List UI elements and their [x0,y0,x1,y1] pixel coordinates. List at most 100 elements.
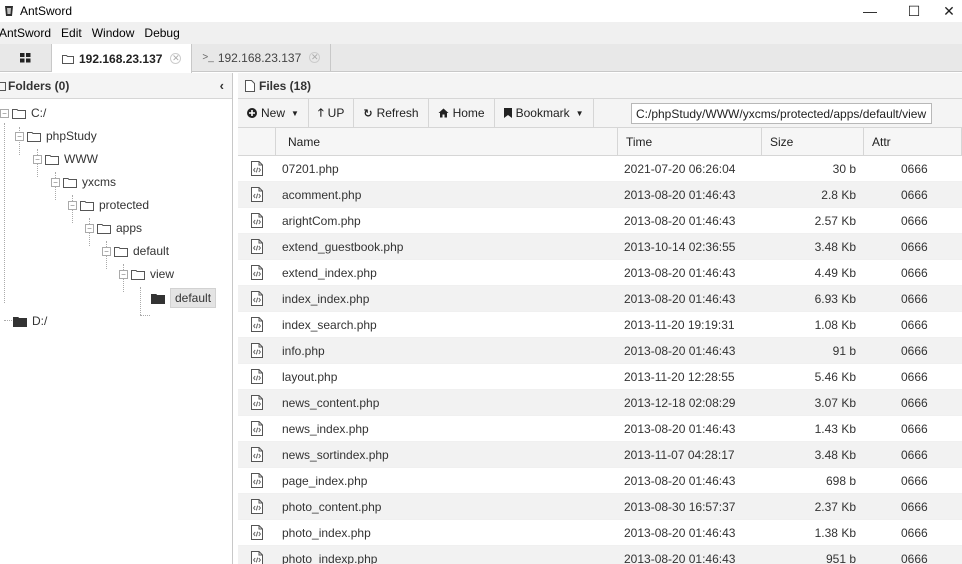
home-label: Home [452,106,485,120]
table-row[interactable]: page_index.php 2013-08-20 01:46:43 698 b 06… [238,468,962,494]
folder-open-icon [80,200,94,211]
collapse-toggle-icon[interactable]: − [102,246,111,256]
tab-close-icon[interactable]: ✕ [309,52,321,63]
table-row[interactable]: info.php 2013-08-20 01:46:43 91 b 0666 [238,338,962,364]
maximize-button[interactable]: ☐ [894,0,934,22]
file-time: 2013-08-20 01:46:43 [624,213,736,228]
column-header-attr[interactable]: Attr [864,128,962,156]
file-attr: 0666 [901,291,928,306]
collapse-panel-icon[interactable]: ‹ [220,78,224,93]
table-row[interactable]: news_index.php 2013-08-20 01:46:43 1.43 Kb… [238,416,962,442]
folder-open-icon [45,154,59,165]
table-row[interactable]: 07201.php 2021-07-20 06:26:04 30 b 0666 [238,156,962,182]
collapse-toggle-icon[interactable]: − [68,200,77,210]
tree-node-default-selected[interactable]: default [151,288,217,308]
tree-node-view[interactable]: − view [119,264,174,284]
files-table: Name Time Size Attr 07201.php 2021-07-20 … [238,128,962,564]
column-header-icon [238,128,276,156]
files-header: Files (18) [238,73,962,99]
title-bar: AntSword — ☐ ✕ [0,0,962,22]
refresh-button[interactable]: ↻ Refresh [354,98,429,128]
php-file-icon [238,156,276,182]
file-attr: 0666 [901,395,928,410]
collapse-toggle-icon[interactable]: − [85,223,94,233]
tree-node-default[interactable]: − default [102,241,169,261]
php-file-icon [238,286,276,312]
close-window-button[interactable]: ✕ [936,0,962,22]
menu-edit[interactable]: Edit [56,26,87,40]
tab-home-grid[interactable] [0,44,52,71]
file-name: index_search.php [282,317,377,332]
bookmark-button[interactable]: Bookmark ▼ [495,98,594,128]
table-row[interactable]: news_sortindex.php 2013-11-07 04:28:17 3.4… [238,442,962,468]
file-name: acomment.php [282,187,362,202]
tab-file-manager[interactable]: 192.168.23.137 ✕ [52,44,193,73]
up-button[interactable]: 🡑 UP [309,98,355,128]
folder-icon [62,54,74,64]
file-time: 2013-08-20 01:46:43 [624,551,736,564]
table-row[interactable]: extend_index.php 2013-08-20 01:46:43 4.49 … [238,260,962,286]
table-row[interactable]: index_search.php 2013-11-20 19:19:31 1.08 … [238,312,962,338]
tab-terminal[interactable]: >_ 192.168.23.137 ✕ [192,44,332,71]
tree-node-apps[interactable]: − apps [85,218,142,238]
file-size: 2.57 Kb [814,213,856,228]
tree-node-www[interactable]: − WWW [33,149,98,169]
new-button[interactable]: New ▼ [238,98,309,128]
tree-node-protected[interactable]: − protected [68,195,149,215]
file-time: 2013-08-20 01:46:43 [624,525,736,540]
collapse-toggle-icon[interactable]: − [15,131,24,141]
table-row[interactable]: extend_guestbook.php 2013-10-14 02:36:55 3… [238,234,962,260]
tree-node-phpstudy[interactable]: − phpStudy [15,126,97,146]
collapse-toggle-icon[interactable]: − [33,154,42,164]
table-row[interactable]: index_index.php 2013-08-20 01:46:43 6.93 K… [238,286,962,312]
php-file-icon [238,364,276,390]
column-header-time[interactable]: Time [618,128,762,156]
tree-node-c-drive[interactable]: − C:/ [0,103,46,123]
terminal-icon: >_ [202,52,214,63]
home-button[interactable]: Home [429,98,495,128]
file-time: 2013-08-20 01:46:43 [624,265,736,280]
file-name: extend_guestbook.php [282,239,404,254]
table-row[interactable]: photo_indexp.php 2013-08-20 01:46:43 951 b… [238,546,962,564]
php-file-icon [238,494,276,520]
collapse-toggle-icon[interactable]: − [0,108,9,118]
tab-close-icon[interactable]: ✕ [170,53,182,64]
table-row[interactable]: photo_index.php 2013-08-20 01:46:43 1.38 K… [238,520,962,546]
collapse-toggle-icon[interactable]: − [51,177,60,187]
bookmark-label: Bookmark [515,106,570,120]
table-row[interactable]: acomment.php 2013-08-20 01:46:43 2.8 Kb 066… [238,182,962,208]
table-row[interactable]: news_content.php 2013-12-18 02:08:29 3.07 … [238,390,962,416]
file-name: layout.php [282,369,338,384]
folder-open-icon [27,131,41,142]
table-row[interactable]: photo_content.php 2013-08-30 16:57:37 2.37… [238,494,962,520]
file-time: 2013-10-14 02:36:55 [624,239,736,254]
menu-window[interactable]: Window [87,26,140,40]
file-name: photo_index.php [282,525,371,540]
file-size: 2.8 Kb [821,187,856,202]
file-time: 2013-11-20 19:19:31 [624,317,735,332]
file-time: 2013-12-18 02:08:29 [624,395,736,410]
file-size: 4.49 Kb [814,265,856,280]
path-input[interactable] [631,103,932,124]
file-outline-icon [245,79,255,92]
tree-node-label: default [170,288,217,308]
file-size: 951 b [825,551,856,564]
menu-antsword[interactable]: AntSword [0,26,56,40]
caret-down-icon: ▼ [575,108,584,118]
tree-node-yxcms[interactable]: − yxcms [51,172,116,192]
file-time: 2013-08-30 16:57:37 [624,499,736,514]
file-attr: 0666 [901,473,928,488]
minimize-button[interactable]: — [850,0,890,22]
table-row[interactable]: arightCom.php 2013-08-20 01:46:43 2.57 Kb 0… [238,208,962,234]
menu-debug[interactable]: Debug [139,26,184,40]
file-time: 2013-08-20 01:46:43 [624,421,736,436]
file-name: extend_index.php [282,265,377,280]
column-header-name[interactable]: Name [276,128,618,156]
file-size: 3.07 Kb [814,395,856,410]
column-header-size[interactable]: Size [762,128,864,156]
folder-open-icon [114,246,128,257]
table-row[interactable]: layout.php 2013-11-20 12:28:55 5.46 Kb 0666 [238,364,962,390]
tree-node-d-drive[interactable]: D:/ [13,311,47,331]
files-panel: Files (18) New ▼ 🡑 UP ↻ Refresh Home Boo… [238,73,962,564]
collapse-toggle-icon[interactable]: − [119,269,128,279]
